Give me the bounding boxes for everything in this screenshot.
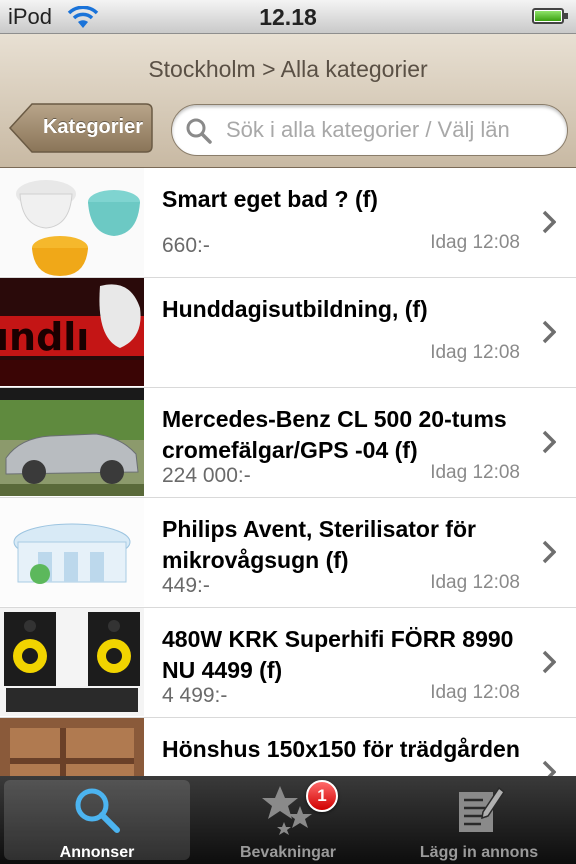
listing-title: 480W KRK Superhifi FÖRR 8990 NU 4499 (f) [162,626,514,683]
tab-label: Annonser [59,844,135,861]
listing-date: Idag 12:08 [430,462,520,483]
listing-row[interactable]: Philips Avent, Sterilisator för mikrovåg… [0,498,576,608]
back-button[interactable]: Kategorier [8,102,154,154]
navigation-bar: Stockholm > Alla kategorier Kategorier [0,34,576,168]
search-icon [186,118,212,144]
chevron-right-icon [542,320,556,344]
chevron-right-icon [542,210,556,234]
chevron-right-icon [542,650,556,674]
listing-date: Idag 12:08 [430,682,520,703]
listing-price: 660:- [162,234,210,257]
listing-row[interactable]: Smart eget bad ? (f) 660:- Idag 12:08 [0,168,576,278]
listing-row[interactable]: Hönshus 150x150 för trädgården [0,718,576,776]
listing-thumbnail [0,718,144,776]
listing-price: 449:- [162,574,210,597]
listing-list: Smart eget bad ? (f) 660:- Idag 12:08 ın… [0,168,576,776]
listing-title: Hunddagisutbildning, (f) [162,296,428,322]
page-title: Stockholm > Alla kategorier [148,56,428,82]
tab-bar: Annonser Bevakningar Lägg in annons [0,776,576,864]
edit-icon [459,786,505,832]
listing-thumbnail [0,498,144,606]
listing-title: Philips Avent, Sterilisator för mikrovåg… [162,516,476,573]
listing-title: Hönshus 150x150 för trädgården [162,736,520,762]
tab-label: Lägg in annons [419,844,539,861]
tab-bevakningar[interactable]: Bevakningar [195,780,381,861]
status-bar: iPod 12.18 [0,0,576,34]
listing-date: Idag 12:08 [430,342,520,363]
clock: 12.18 [259,4,317,30]
chevron-right-icon [542,540,556,564]
chevron-right-icon [542,760,556,776]
listing-date: Idag 12:08 [430,572,520,593]
listing-thumbnail [0,608,144,716]
notification-badge: 1 [306,780,338,812]
listing-row[interactable]: ındlı Hunddagisutbildning, (f) Idag 12:0… [0,278,576,388]
tab-annonser[interactable]: Annonser [4,780,190,861]
listing-thumbnail [0,388,144,496]
listing-title: Smart eget bad ? (f) [162,186,378,212]
search-input[interactable] [226,113,566,147]
listing-title: Mercedes-Benz CL 500 20-tums cromefälgar… [162,406,507,463]
listing-row[interactable]: 480W KRK Superhifi FÖRR 8990 NU 4499 (f)… [0,608,576,718]
svg-text:ındlı: ındlı [0,315,89,359]
chevron-right-icon [542,430,556,454]
battery-icon [532,8,568,24]
listing-price: 4 499:- [162,684,228,707]
tab-label: Bevakningar [239,844,337,861]
tab-lagg-in-annons[interactable]: Lägg in annons [386,780,572,861]
listing-row[interactable]: Mercedes-Benz CL 500 20-tums cromefälgar… [0,388,576,498]
listing-thumbnail: ındlı [0,278,144,386]
listing-price: 224 000:- [162,464,251,487]
search-icon [75,788,120,833]
search-field[interactable] [171,104,568,156]
listing-thumbnail [0,168,144,276]
back-button-label: Kategorier [42,116,144,138]
listing-date: Idag 12:08 [430,232,520,253]
